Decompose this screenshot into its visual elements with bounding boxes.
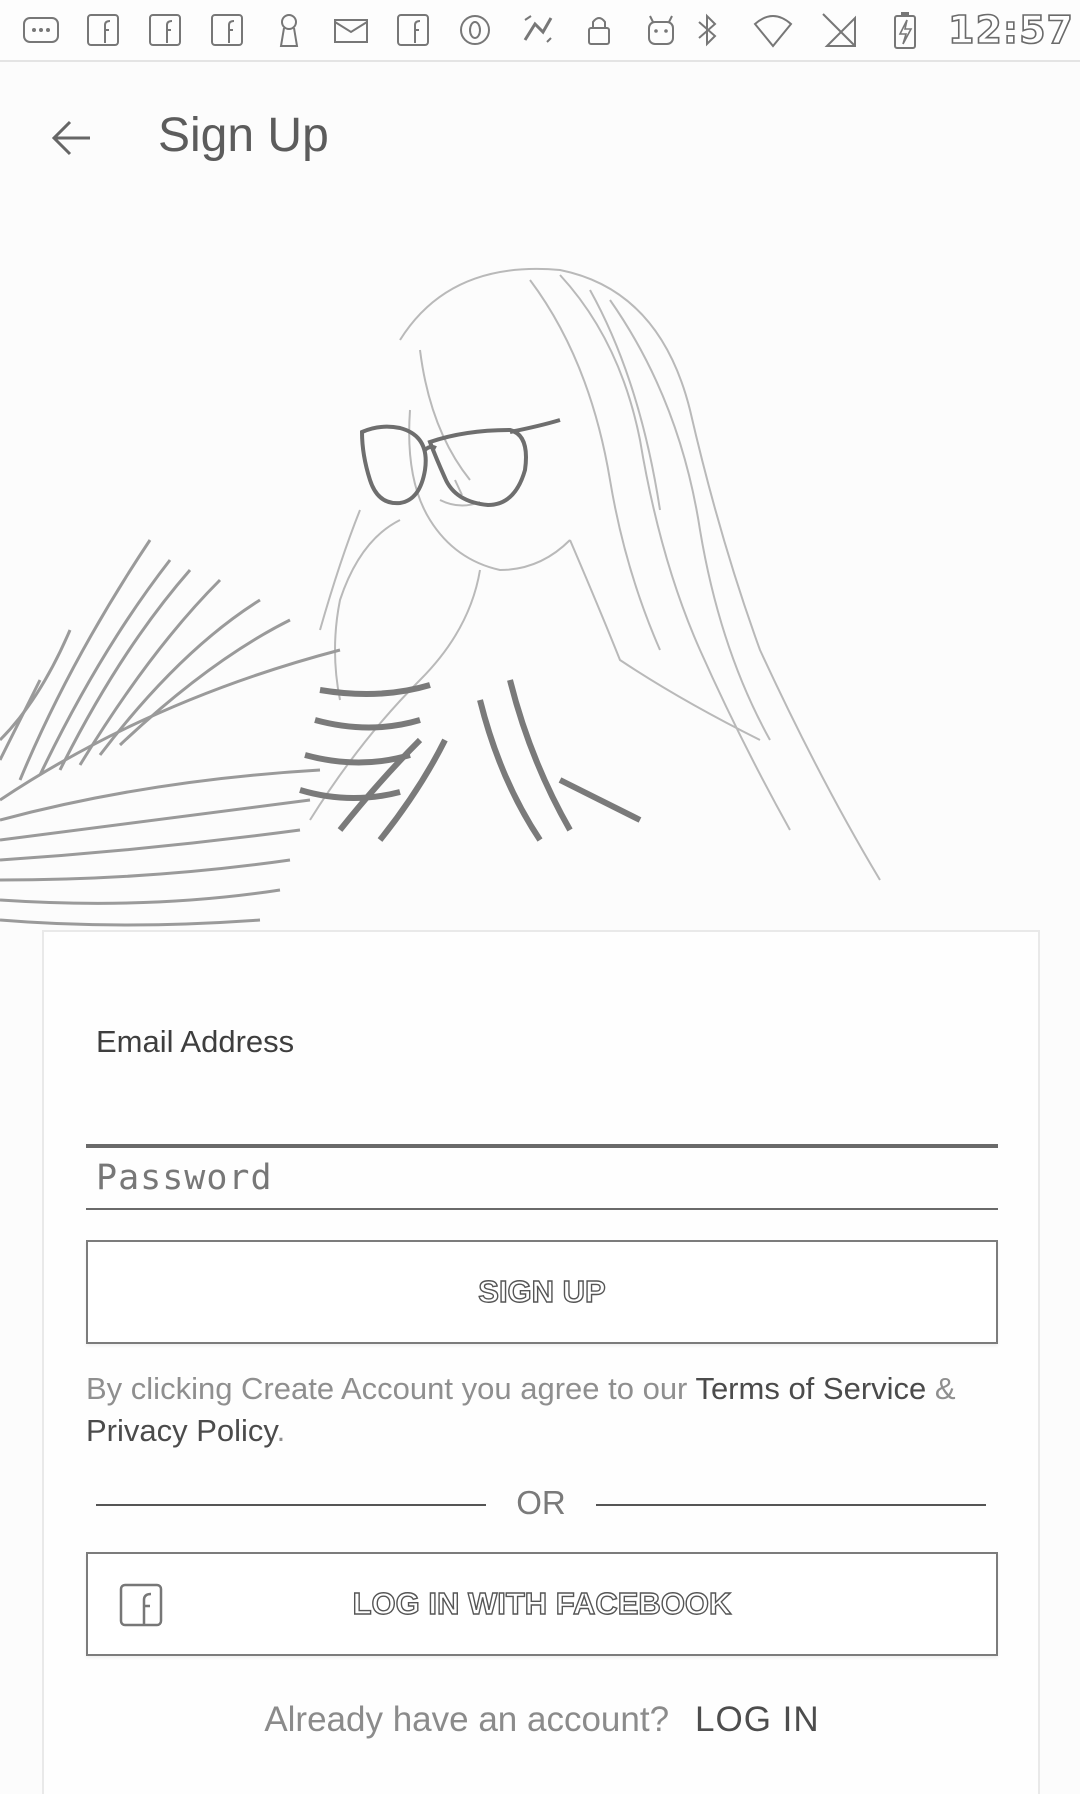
terms-prefix: By clicking Create Account you agree to … <box>86 1371 696 1406</box>
hero-illustration <box>0 180 1080 940</box>
app-header: Sign Up <box>0 100 1080 180</box>
login-prompt: Already have an account? LOG IN <box>44 1700 1040 1740</box>
password-underline <box>86 1208 998 1210</box>
system-icons: 12:57 <box>684 7 1074 53</box>
terms-text: By clicking Create Account you agree to … <box>86 1368 998 1452</box>
email-field-value: Email Address <box>96 1024 295 1059</box>
sync-icon <box>514 10 560 50</box>
or-divider: OR <box>96 1480 986 1530</box>
terms-suffix: . <box>276 1413 286 1448</box>
page-title: Sign Up <box>158 109 329 162</box>
lock-icon <box>576 10 622 50</box>
arrow-back-icon <box>51 120 90 156</box>
login-link[interactable]: LOG IN <box>695 1700 820 1739</box>
signup-button[interactable]: SIGN UP <box>86 1240 998 1344</box>
status-bar: 12:57 <box>0 0 1080 62</box>
circle-o-icon <box>452 10 498 50</box>
back-button[interactable] <box>46 112 98 164</box>
mail-icon <box>328 10 374 50</box>
no-sim-icon <box>816 10 862 50</box>
password-placeholder: Password <box>96 1158 273 1198</box>
privacy-policy-link[interactable]: Privacy Policy <box>86 1413 277 1448</box>
facebook-notification-icon <box>204 10 250 50</box>
email-field[interactable]: Email Address <box>86 1012 998 1148</box>
signup-card: Email Address Password SIGN UP By clicki… <box>42 930 1040 1794</box>
facebook-notification-icon <box>390 10 436 50</box>
android-icon <box>638 10 684 50</box>
notification-icons <box>18 10 684 50</box>
facebook-login-button[interactable]: LOG IN WITH FACEBOOK <box>86 1552 998 1656</box>
bluetooth-icon <box>684 10 730 50</box>
terms-of-service-link[interactable]: Terms of Service <box>695 1371 926 1406</box>
password-field[interactable]: Password <box>86 1142 998 1222</box>
signup-button-label: SIGN UP <box>478 1273 607 1309</box>
facebook-icon <box>118 1582 164 1628</box>
facebook-notification-icon <box>142 10 188 50</box>
keyhole-icon <box>266 10 312 50</box>
more-notifications-icon <box>18 10 64 50</box>
signup-screen: 12:57 Sign Up Email Address Password SIG… <box>0 0 1080 1794</box>
battery-charging-icon <box>882 10 928 50</box>
or-divider-right-line <box>596 1504 986 1506</box>
terms-ampersand: & <box>926 1371 956 1406</box>
status-time: 12:57 <box>947 7 1074 53</box>
already-have-account-text: Already have an account? <box>264 1700 670 1739</box>
or-label: OR <box>516 1484 566 1521</box>
wifi-icon <box>750 10 796 50</box>
facebook-login-label: LOG IN WITH FACEBOOK <box>352 1585 732 1621</box>
woman-with-palm-leaf-illustration <box>0 267 881 927</box>
facebook-notification-icon <box>80 10 126 50</box>
